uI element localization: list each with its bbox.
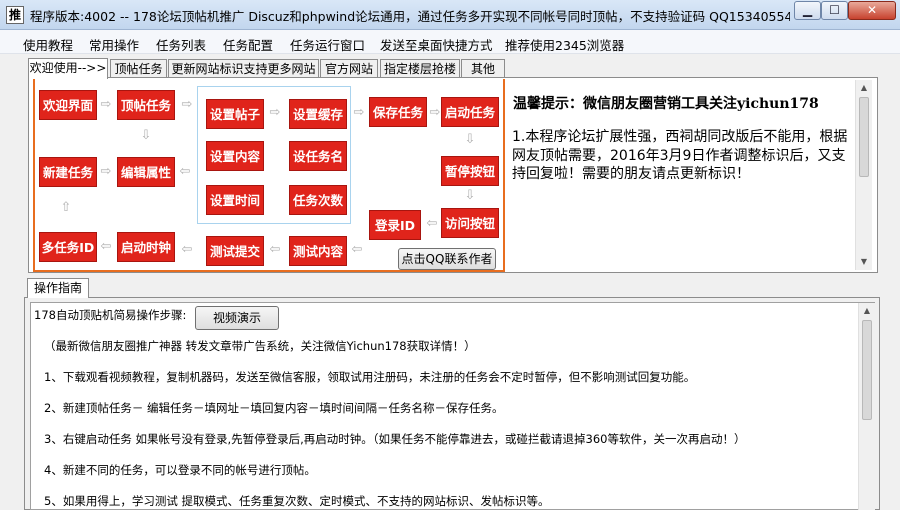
flow-test-submit: 测试提交 [206,236,264,266]
tab-update-site-id[interactable]: 更新网站标识支持更多网站 [168,59,319,79]
flow-bump-task: 顶帖任务 [117,90,175,120]
arrow-right-icon: ⇨ [269,105,281,120]
menu-task-window[interactable]: 任务运行窗口 [290,35,365,54]
tab-bump-task[interactable]: 顶帖任务 [110,59,167,79]
arrow-down-icon: ⇩ [464,188,476,203]
guide-line: 2、新建顶帖任务－ 编辑任务－填网址－填回复内容－填时间间隔－任务名称－保存任务… [44,401,504,415]
notice-text: 1.本程序论坛扩展性强，西祠胡同改版后不能用，根据网友顶帖需要，2016年3月9… [512,129,848,182]
guide-line: 4、新建不同的任务，可以登录不同的帐号进行顶帖。 [44,463,316,477]
arrow-right-icon: ⇨ [181,97,193,112]
guide-line: （最新微信朋友圈推广神器 转发文章带广告系统，关注微信Yichun178获取详情… [44,339,476,353]
arrow-left-icon: ⇦ [179,164,191,179]
flow-start-clock: 启动时钟 [117,232,175,262]
flow-set-content: 设置内容 [206,141,264,171]
arrow-right-icon: ⇨ [353,105,365,120]
flow-set-task-name: 设任务名 [289,141,347,171]
flow-start-task: 启动任务 [441,97,499,127]
menu-tutorial[interactable]: 使用教程 [23,35,73,54]
menu-task-config[interactable]: 任务配置 [223,35,273,54]
flow-visit-button: 访问按钮 [441,208,499,238]
flow-edit-props: 编辑属性 [117,157,175,187]
maximize-button[interactable]: ☐ [821,1,848,20]
notice-title: 温馨提示：微信朋友圈营销工具关注yichun178 [513,96,819,112]
arrow-right-icon: ⇨ [100,97,112,112]
guide-scrollbar[interactable]: ▲ [858,303,875,510]
notice-scrollbar[interactable]: ▲ ▼ [855,80,872,270]
scroll-thumb[interactable] [862,320,872,420]
arrow-right-icon: ⇨ [429,105,441,120]
arrow-left-icon: ⇦ [100,239,112,254]
flow-multi-task-id: 多任务ID [39,232,97,262]
close-button[interactable]: ✕ [848,1,896,20]
window-title: 程序版本:4002 -- 178论坛顶帖机推广 Discuz和phpwind论坛… [30,9,790,24]
flow-set-post: 设置帖子 [206,99,264,129]
arrow-right-icon: ⇨ [100,164,112,179]
tab-guide[interactable]: 操作指南 [27,278,89,298]
menu-browser[interactable]: 推荐使用2345浏览器 [505,35,624,54]
flow-welcome: 欢迎界面 [39,90,97,120]
flow-save-task: 保存任务 [369,97,427,127]
arrow-left-icon: ⇦ [269,242,281,257]
minimize-button[interactable]: ▁ [794,1,821,20]
guide-heading: 178自动顶贴机简易操作步骤: [34,308,187,322]
menu-common-ops[interactable]: 常用操作 [89,35,139,54]
arrow-up-icon: ⇧ [60,200,72,215]
video-demo-button[interactable]: 视频演示 [195,306,279,330]
flow-set-time: 设置时间 [206,185,264,215]
guide-line: 1、下载观看视频教程，复制机器码，发送至微信客服，领取试用注册码，未注册的任务会… [44,370,696,384]
tab-official-site[interactable]: 官方网站 [320,59,378,79]
menu-task-list[interactable]: 任务列表 [156,35,206,54]
arrow-down-icon: ⇩ [464,132,476,147]
scroll-up-icon[interactable]: ▲ [859,303,875,319]
flow-set-cache: 设置缓存 [289,99,347,129]
arrow-left-icon: ⇦ [181,242,193,257]
flow-new-task: 新建任务 [39,157,97,187]
tab-floor-grab[interactable]: 指定楼层抢楼 [380,59,460,79]
flow-test-content: 测试内容 [289,236,347,266]
menu-desktop-shortcut[interactable]: 发送至桌面快捷方式 [380,35,493,54]
guide-line: 5、如果用得上，学习测试 提取模式、任务重复次数、定时模式、不支持的网站标识、发… [44,494,550,508]
guide-line: 3、右键启动任务 如果帐号没有登录,先暂停登录后,再启动时钟。（如果任务不能停靠… [44,432,746,446]
arrow-left-icon: ⇦ [426,216,438,231]
title-bar[interactable]: 推 程序版本:4002 -- 178论坛顶帖机推广 Discuz和phpwind… [0,0,900,30]
flow-login-id: 登录ID [369,210,421,240]
contact-author-qq-button[interactable]: 点击QQ联系作者 [398,248,496,270]
tab-welcome[interactable]: 欢迎使用-->> [28,58,108,79]
scroll-thumb[interactable] [859,97,869,177]
tab-other[interactable]: 其他 [461,59,505,79]
menu-bar: 使用教程 常用操作 任务列表 任务配置 任务运行窗口 发送至桌面快捷方式 推荐使… [0,30,900,54]
arrow-down-icon: ⇩ [140,128,152,143]
scroll-up-icon[interactable]: ▲ [856,80,872,96]
arrow-left-icon: ⇦ [351,242,363,257]
app-icon: 推 [6,6,24,24]
flow-task-count: 任务次数 [289,185,347,215]
flow-pause-button: 暂停按钮 [441,156,499,186]
scroll-down-icon[interactable]: ▼ [856,254,872,270]
